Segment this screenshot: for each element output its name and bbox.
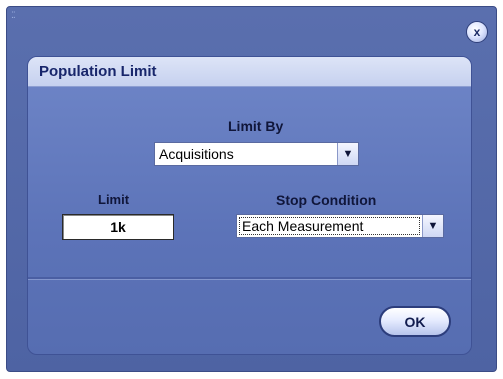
dialog-window: ⁚⁚ x Population Limit Limit By Acquisiti… xyxy=(6,6,497,372)
stop-condition-value: Each Measurement xyxy=(237,215,422,237)
limit-input[interactable]: 1k xyxy=(62,214,174,240)
close-button[interactable]: x xyxy=(466,21,488,43)
divider xyxy=(28,277,471,280)
stop-condition-dropdown[interactable]: Each Measurement ▼ xyxy=(236,214,444,238)
window-grip-icon[interactable]: ⁚⁚ xyxy=(11,11,21,21)
dropdown-arrow-icon[interactable]: ▼ xyxy=(337,143,358,165)
limit-by-dropdown[interactable]: Acquisitions ▼ xyxy=(154,142,359,166)
ok-button[interactable]: OK xyxy=(379,306,451,337)
dropdown-arrow-icon[interactable]: ▼ xyxy=(422,215,443,237)
stop-condition-label: Stop Condition xyxy=(276,192,377,208)
limit-label: Limit xyxy=(98,192,130,207)
population-limit-panel: Population Limit Limit By Acquisitions ▼… xyxy=(27,56,472,355)
limit-by-value: Acquisitions xyxy=(159,146,234,162)
panel-header: Population Limit xyxy=(28,57,471,87)
limit-by-label: Limit By xyxy=(228,118,284,134)
panel-title: Population Limit xyxy=(39,63,157,80)
